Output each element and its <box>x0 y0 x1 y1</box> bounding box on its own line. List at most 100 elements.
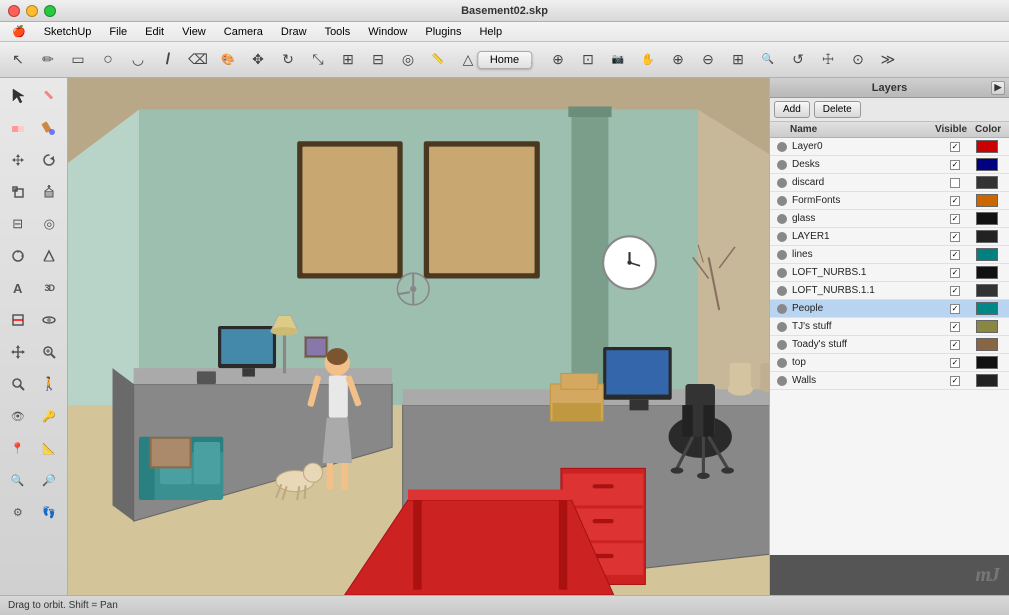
layer-visible-toggle[interactable] <box>935 214 975 224</box>
tool-followme[interactable]: ⊟ <box>364 46 392 74</box>
layer-visible-toggle[interactable] <box>935 250 975 260</box>
layer-visible-toggle[interactable] <box>935 178 975 188</box>
lt-walk[interactable]: 🚶 <box>34 368 66 400</box>
menu-plugins[interactable]: Plugins <box>417 25 469 39</box>
visibility-checkbox[interactable] <box>950 178 960 188</box>
layer-row[interactable]: Desks <box>770 156 1009 174</box>
layer-color-swatch[interactable] <box>976 140 998 153</box>
layer-row[interactable]: People <box>770 300 1009 318</box>
lt-pushpull[interactable] <box>34 176 66 208</box>
layer-row[interactable]: Walls <box>770 372 1009 390</box>
tool-circle[interactable]: ○ <box>94 46 122 74</box>
tool-scale[interactable]: ⤡ <box>304 46 332 74</box>
lt-lookaround[interactable]: 👁 <box>2 400 34 432</box>
maximize-button[interactable] <box>44 5 56 17</box>
tool-paint[interactable]: 🎨 <box>214 46 242 74</box>
layer-visible-toggle[interactable] <box>935 358 975 368</box>
menu-draw[interactable]: Draw <box>273 25 315 39</box>
delete-layer-button[interactable]: Delete <box>814 101 861 118</box>
layer-color-swatch[interactable] <box>976 320 998 333</box>
visibility-checkbox[interactable] <box>950 322 960 332</box>
lt-eraser[interactable] <box>2 112 34 144</box>
visibility-checkbox[interactable] <box>950 358 960 368</box>
layer-row[interactable]: Toady's stuff <box>770 336 1009 354</box>
tool-pos-camera[interactable]: ⊙ <box>844 46 872 74</box>
tool-pencil[interactable]: ✏ <box>34 46 62 74</box>
lt-search2[interactable]: 🔎 <box>34 464 66 496</box>
lt-measure[interactable]: 📐 <box>34 432 66 464</box>
tool-camera[interactable]: 📷 <box>604 46 632 74</box>
layer-color-swatch[interactable] <box>976 212 998 225</box>
tool-move[interactable]: ✥ <box>244 46 272 74</box>
tool-tapemeasure[interactable]: 📏 <box>424 46 452 74</box>
tool-zoomwindow[interactable]: 🔍 <box>754 46 782 74</box>
menu-view[interactable]: View <box>174 25 214 39</box>
layer-color-swatch[interactable] <box>976 176 998 189</box>
visibility-checkbox[interactable] <box>950 250 960 260</box>
layer-visible-toggle[interactable] <box>935 286 975 296</box>
layer-color-swatch[interactable] <box>976 158 998 171</box>
lt-section[interactable] <box>2 304 34 336</box>
lt-rotate[interactable] <box>34 144 66 176</box>
menu-camera[interactable]: Camera <box>216 25 271 39</box>
layer-color-swatch[interactable] <box>976 266 998 279</box>
menu-apple[interactable]: 🍎 <box>4 24 34 39</box>
layer-color-swatch[interactable] <box>976 194 998 207</box>
add-layer-button[interactable]: Add <box>774 101 810 118</box>
layer-color-swatch[interactable] <box>976 374 998 387</box>
menu-edit[interactable]: Edit <box>137 25 172 39</box>
lt-pencil[interactable] <box>34 80 66 112</box>
lt-pan[interactable] <box>2 336 34 368</box>
visibility-checkbox[interactable] <box>950 340 960 350</box>
layer-visible-toggle[interactable] <box>935 160 975 170</box>
lt-select[interactable] <box>2 80 34 112</box>
minimize-button[interactable] <box>26 5 38 17</box>
layer-row[interactable]: discard <box>770 174 1009 192</box>
viewport[interactable] <box>68 78 769 595</box>
tool-eraser[interactable]: ⌫ <box>184 46 212 74</box>
visibility-checkbox[interactable] <box>950 268 960 278</box>
layer-visible-toggle[interactable] <box>935 304 975 314</box>
lt-pos-camera[interactable]: 📍 <box>2 432 34 464</box>
layer-row[interactable]: TJ's stuff <box>770 318 1009 336</box>
layer-row[interactable]: top <box>770 354 1009 372</box>
tool-rotate[interactable]: ↻ <box>274 46 302 74</box>
visibility-checkbox[interactable] <box>950 214 960 224</box>
layer-row[interactable]: Layer0 <box>770 138 1009 156</box>
layer-visible-toggle[interactable] <box>935 268 975 278</box>
lt-extra[interactable]: 🔑 <box>34 400 66 432</box>
menu-window[interactable]: Window <box>360 25 415 39</box>
lt-paint[interactable] <box>34 112 66 144</box>
layer-visible-toggle[interactable] <box>935 196 975 206</box>
menu-tools[interactable]: Tools <box>317 25 359 39</box>
layer-color-swatch[interactable] <box>976 248 998 261</box>
layer-color-swatch[interactable] <box>976 230 998 243</box>
tool-zoomout[interactable]: ⊖ <box>694 46 722 74</box>
visibility-checkbox[interactable] <box>950 376 960 386</box>
tool-rect[interactable]: ▭ <box>64 46 92 74</box>
layer-color-swatch[interactable] <box>976 338 998 351</box>
tool-hand[interactable]: ✋ <box>634 46 662 74</box>
layer-color-swatch[interactable] <box>976 356 998 369</box>
lt-scale[interactable] <box>2 176 34 208</box>
visibility-checkbox[interactable] <box>950 142 960 152</box>
lt-move[interactable] <box>2 144 34 176</box>
tool-orbit[interactable]: ↺ <box>784 46 812 74</box>
lt-tape[interactable] <box>2 240 34 272</box>
lt-extra2[interactable]: ⚙ <box>2 496 34 528</box>
lt-protractor[interactable] <box>34 240 66 272</box>
tool-line[interactable]: / <box>154 46 182 74</box>
lt-followme[interactable]: ⊟ <box>2 208 34 240</box>
tool-offset[interactable]: ◎ <box>394 46 422 74</box>
tool-zoomin[interactable]: ⊕ <box>664 46 692 74</box>
lt-3dtext[interactable]: 3D <box>34 272 66 304</box>
tool-select[interactable]: ↖ <box>4 46 32 74</box>
tool-pan[interactable]: ☩ <box>814 46 842 74</box>
visibility-checkbox[interactable] <box>950 232 960 242</box>
layer-visible-toggle[interactable] <box>935 322 975 332</box>
lt-offset[interactable]: ◎ <box>34 208 66 240</box>
tool-pushpull[interactable]: ⊞ <box>334 46 362 74</box>
layer-row[interactable]: LOFT_NURBS.1 <box>770 264 1009 282</box>
visibility-checkbox[interactable] <box>950 286 960 296</box>
lt-text[interactable]: A <box>2 272 34 304</box>
